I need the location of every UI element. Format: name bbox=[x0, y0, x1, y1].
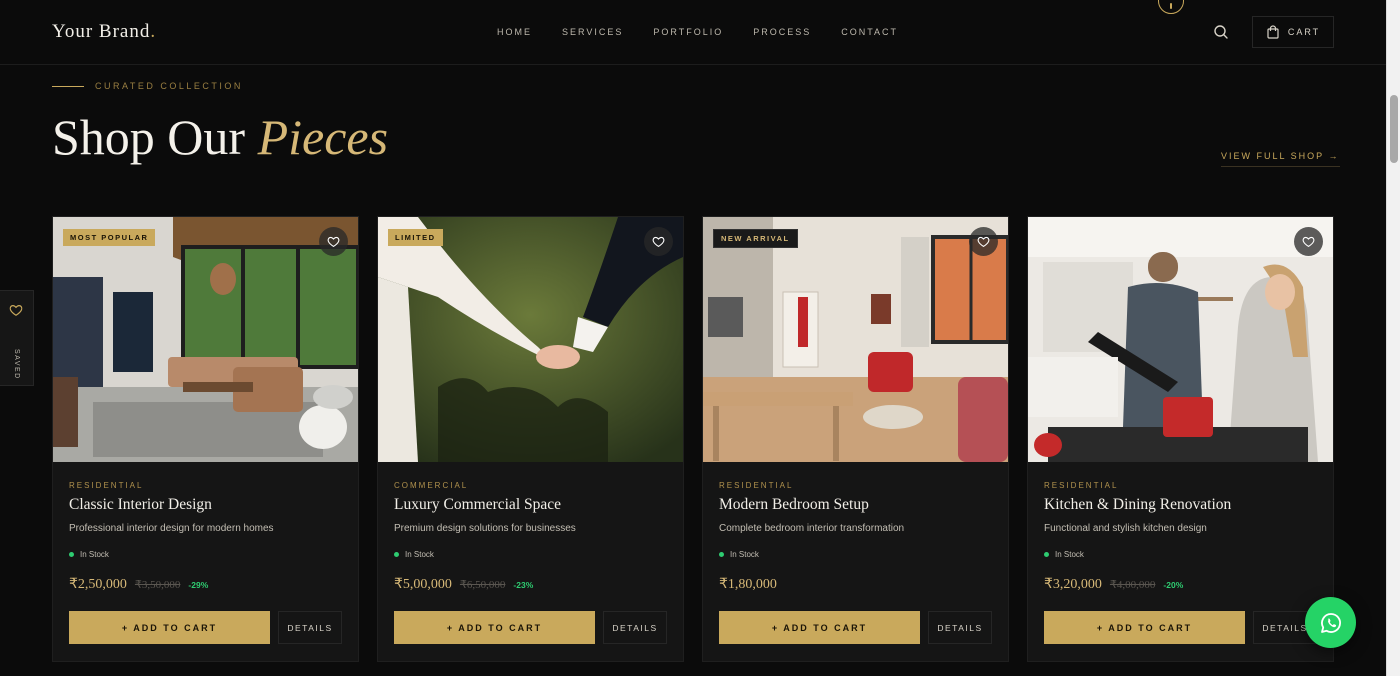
section-title: Shop Our Pieces bbox=[52, 108, 388, 166]
product-description: Premium design solutions for businesses bbox=[394, 523, 576, 534]
details-button[interactable]: DETAILS bbox=[278, 611, 342, 644]
product-old-price: ₹6,50,000 bbox=[459, 579, 506, 591]
section-eyebrow: CURATED COLLECTION bbox=[95, 81, 243, 91]
product-card: LIMITED COMMERCIAL Luxury Commercial Spa… bbox=[377, 216, 684, 662]
product-price: ₹1,80,000 bbox=[719, 577, 777, 592]
price-row: ₹5,00,000 ₹6,50,000 -23% bbox=[394, 576, 533, 593]
heart-icon bbox=[977, 236, 990, 248]
brand-dot: . bbox=[150, 21, 157, 42]
kitchen-image bbox=[1028, 217, 1333, 462]
wishlist-button[interactable] bbox=[969, 227, 998, 256]
stock-dot-icon bbox=[394, 552, 399, 557]
product-card: RESIDENTIAL Kitchen & Dining Renovation … bbox=[1027, 216, 1334, 662]
heart-icon bbox=[652, 236, 665, 248]
stock-label: In Stock bbox=[80, 550, 109, 559]
product-description: Functional and stylish kitchen design bbox=[1044, 523, 1207, 534]
wishlist-button[interactable] bbox=[644, 227, 673, 256]
page-scrollbar[interactable] bbox=[1386, 0, 1400, 676]
stock-dot-icon bbox=[719, 552, 724, 557]
search-icon bbox=[1214, 25, 1228, 39]
eyebrow-line bbox=[52, 86, 84, 87]
nav-home[interactable]: HOME bbox=[497, 27, 532, 37]
product-category: RESIDENTIAL bbox=[1044, 481, 1119, 490]
wishlist-button[interactable] bbox=[319, 227, 348, 256]
details-button[interactable]: DETAILS bbox=[603, 611, 667, 644]
stock-status: In Stock bbox=[394, 550, 434, 559]
shopping-bag-icon bbox=[1267, 25, 1279, 39]
site-header: Your Brand. HOME SERVICES PORTFOLIO PROC… bbox=[0, 0, 1386, 65]
add-to-cart-button[interactable]: + ADD TO CART bbox=[394, 611, 595, 644]
living-room-image bbox=[53, 217, 358, 462]
stock-dot-icon bbox=[1044, 552, 1049, 557]
stock-status: In Stock bbox=[69, 550, 109, 559]
price-row: ₹2,50,000 ₹3,50,000 -29% bbox=[69, 576, 208, 593]
bedroom-image bbox=[703, 217, 1008, 462]
scroll-indicator-icon bbox=[1158, 0, 1184, 14]
product-image[interactable] bbox=[1028, 217, 1333, 462]
stock-status: In Stock bbox=[719, 550, 759, 559]
product-name[interactable]: Modern Bedroom Setup bbox=[719, 496, 869, 514]
scrollbar-thumb[interactable] bbox=[1390, 95, 1398, 163]
product-old-price: ₹3,50,000 bbox=[134, 579, 181, 591]
product-name[interactable]: Kitchen & Dining Renovation bbox=[1044, 496, 1231, 514]
add-to-cart-button[interactable]: + ADD TO CART bbox=[719, 611, 920, 644]
holding-hands-image bbox=[378, 217, 683, 462]
product-category: RESIDENTIAL bbox=[69, 481, 144, 490]
product-image[interactable]: LIMITED bbox=[378, 217, 683, 462]
product-badge: LIMITED bbox=[388, 229, 443, 246]
cart-button[interactable]: CART bbox=[1252, 16, 1334, 48]
stock-label: In Stock bbox=[1055, 550, 1084, 559]
stock-status: In Stock bbox=[1044, 550, 1084, 559]
saved-tab[interactable]: SAVED bbox=[0, 290, 34, 386]
cart-label: CART bbox=[1287, 27, 1321, 37]
product-price: ₹3,20,000 bbox=[1044, 577, 1102, 592]
stock-dot-icon bbox=[69, 552, 74, 557]
main-nav: HOME SERVICES PORTFOLIO PROCESS CONTACT bbox=[497, 27, 928, 37]
search-button[interactable] bbox=[1211, 22, 1231, 42]
product-badge: MOST POPULAR bbox=[63, 229, 156, 246]
product-old-price: ₹4,00,000 bbox=[1109, 579, 1156, 591]
price-row: ₹3,20,000 ₹4,00,000 -20% bbox=[1044, 576, 1183, 593]
nav-process[interactable]: PROCESS bbox=[753, 27, 811, 37]
add-to-cart-button[interactable]: + ADD TO CART bbox=[69, 611, 270, 644]
product-price: ₹5,00,000 bbox=[394, 577, 452, 592]
heart-icon bbox=[1302, 236, 1315, 248]
product-description: Professional interior design for modern … bbox=[69, 523, 274, 534]
product-category: RESIDENTIAL bbox=[719, 481, 794, 490]
brand-logo[interactable]: Your Brand. bbox=[52, 21, 156, 43]
discount-badge: -20% bbox=[1163, 580, 1184, 590]
product-name[interactable]: Classic Interior Design bbox=[69, 496, 212, 514]
nav-services[interactable]: SERVICES bbox=[562, 27, 623, 37]
details-button[interactable]: DETAILS bbox=[928, 611, 992, 644]
nav-portfolio[interactable]: PORTFOLIO bbox=[653, 27, 723, 37]
title-main: Shop Our bbox=[52, 109, 246, 165]
saved-label: SAVED bbox=[13, 349, 20, 380]
title-accent: Pieces bbox=[257, 109, 389, 165]
add-to-cart-button[interactable]: + ADD TO CART bbox=[1044, 611, 1245, 644]
discount-badge: -29% bbox=[188, 580, 209, 590]
heart-icon bbox=[9, 305, 23, 316]
whatsapp-button[interactable] bbox=[1305, 597, 1356, 648]
product-category: COMMERCIAL bbox=[394, 481, 469, 490]
heart-icon bbox=[327, 236, 340, 248]
product-badge: NEW ARRIVAL bbox=[713, 229, 798, 248]
brand-name: Your Brand bbox=[52, 21, 151, 42]
product-card: MOST POPULAR RESIDENTIAL Classic Interio… bbox=[52, 216, 359, 662]
stock-label: In Stock bbox=[730, 550, 759, 559]
stock-label: In Stock bbox=[405, 550, 434, 559]
view-full-shop-link[interactable]: VIEW FULL SHOP → bbox=[1221, 151, 1340, 167]
price-row: ₹1,80,000 bbox=[719, 576, 777, 593]
product-card: NEW ARRIVAL RESIDENTIAL Modern Bedroom S… bbox=[702, 216, 1009, 662]
discount-badge: -23% bbox=[513, 580, 534, 590]
product-image[interactable]: MOST POPULAR bbox=[53, 217, 358, 462]
product-image[interactable]: NEW ARRIVAL bbox=[703, 217, 1008, 462]
product-price: ₹2,50,000 bbox=[69, 577, 127, 592]
wishlist-button[interactable] bbox=[1294, 227, 1323, 256]
nav-contact[interactable]: CONTACT bbox=[841, 27, 898, 37]
product-name[interactable]: Luxury Commercial Space bbox=[394, 496, 561, 514]
product-description: Complete bedroom interior transformation bbox=[719, 523, 905, 534]
whatsapp-icon bbox=[1320, 612, 1341, 633]
